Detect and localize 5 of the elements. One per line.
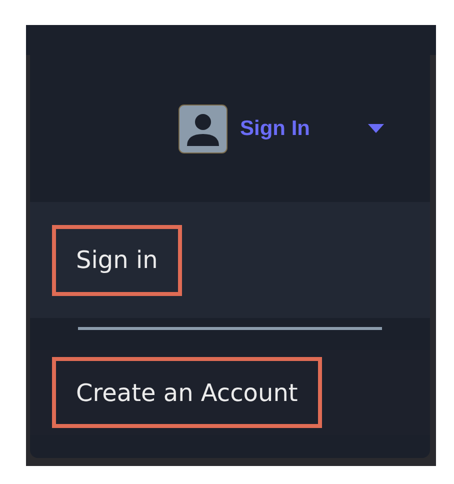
user-icon <box>178 104 228 154</box>
caret-icon <box>368 124 384 133</box>
menu-item[interactable]: Sign in <box>52 224 182 296</box>
sign-in-button[interactable]: Sign In <box>178 104 384 154</box>
menu-item[interactable]: Create an Account <box>52 357 322 428</box>
